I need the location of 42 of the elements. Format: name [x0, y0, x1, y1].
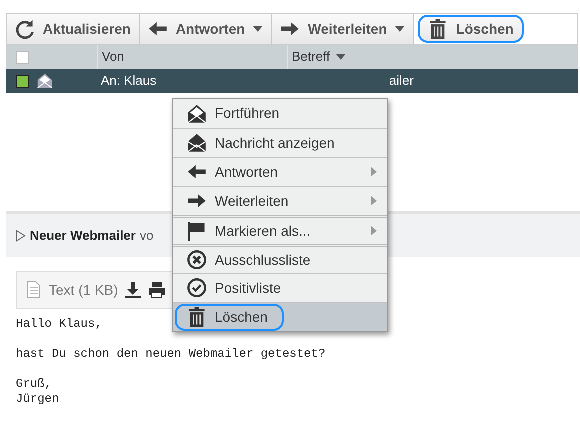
message-line: hast Du schon den neuen Webmailer getestet? [16, 347, 326, 362]
message-line: Hallo Klaus, [16, 317, 102, 332]
open-envelope-icon [37, 73, 53, 89]
submenu-arrow-icon [371, 196, 377, 206]
menu-item[interactable]: Fortführen [173, 99, 387, 128]
menu-item[interactable]: Weiterleiten [173, 186, 387, 215]
open-envelope-icon [187, 104, 207, 124]
menu-item[interactable]: Antworten [173, 157, 387, 186]
menu-item[interactable]: Ausschlussliste [173, 244, 387, 273]
toolbar-button[interactable]: Weiterleiten [272, 14, 414, 44]
toolbar-button[interactable]: Löschen [418, 15, 524, 43]
envelope-icon [187, 133, 207, 153]
message-line: Gruß, [16, 377, 52, 392]
sender-prefix-text: vo [140, 226, 154, 245]
message-line: Jürgen [16, 392, 60, 407]
message-row[interactable]: An: Klaus ailer [6, 69, 578, 93]
menu-item[interactable]: Nachricht anzeigen [173, 128, 387, 157]
refresh-icon [15, 19, 35, 39]
row-checkbox[interactable] [16, 74, 29, 88]
check-circle-icon [187, 278, 207, 298]
printer-icon [148, 281, 166, 299]
download-icon [124, 281, 142, 299]
select-all-checkbox[interactable] [16, 50, 29, 64]
trash-icon [428, 19, 448, 39]
toolbar-button[interactable]: Aktualisieren [7, 14, 140, 44]
preview-subject: Neuer Webmailer [30, 226, 136, 245]
menu-item[interactable]: Markieren als... [173, 215, 387, 244]
attachment-label[interactable]: Text (1 KB) [49, 280, 118, 300]
flag-icon [187, 221, 207, 241]
expand-triangle-icon[interactable] [16, 230, 26, 242]
column-header[interactable]: Von [102, 47, 124, 67]
submenu-arrow-icon [371, 226, 377, 236]
menu-item[interactable]: Löschen [173, 302, 387, 331]
toolbar-button[interactable]: Antworten [140, 14, 272, 44]
trash-icon [187, 307, 207, 327]
caret-icon [253, 26, 264, 32]
submenu-arrow-icon [371, 167, 377, 177]
subject-text: ailer [389, 72, 414, 90]
x-circle-icon [187, 250, 207, 270]
document-icon [25, 281, 43, 299]
sender-text: An: Klaus [101, 72, 157, 90]
caret-icon [395, 26, 406, 32]
